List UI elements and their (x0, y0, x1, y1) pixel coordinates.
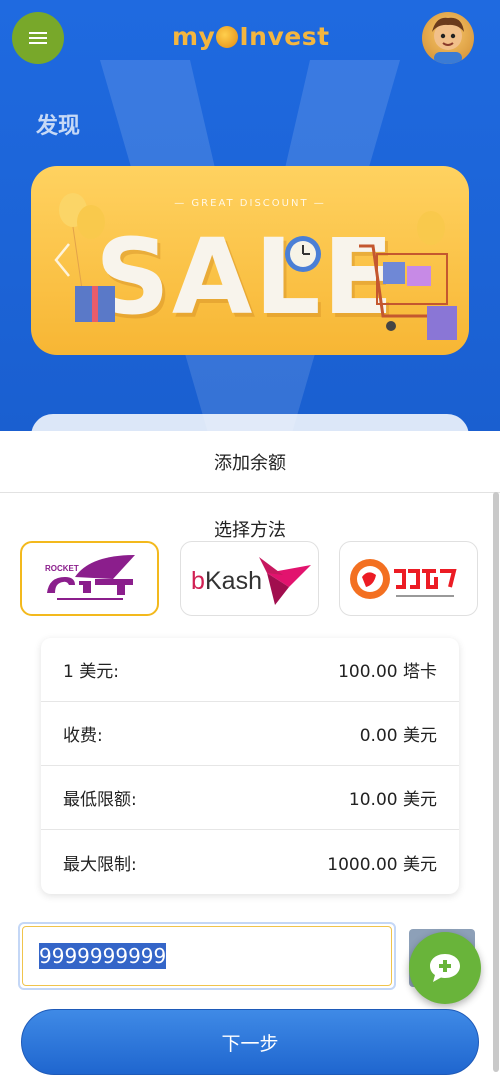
info-value: 0.00 美元 (359, 726, 437, 746)
payment-method-bkash[interactable]: b Kash (180, 541, 319, 616)
info-value: 100.00 塔卡 (338, 662, 437, 682)
shopping-cart-icon (359, 211, 457, 340)
scrollbar[interactable] (493, 492, 499, 1072)
hamburger-icon (29, 32, 47, 44)
info-value: 1000.00 美元 (327, 854, 437, 875)
amount-input[interactable]: 9999999999 (18, 922, 396, 990)
logo-text-left: my (172, 21, 216, 51)
payment-method-rocket[interactable]: ROCKET (20, 541, 159, 616)
sheet-title: 添加余额 (0, 431, 500, 493)
amount-value: 9999999999 (39, 943, 167, 969)
banner-headline: SALE (95, 216, 396, 338)
info-label: 最大限制: (63, 854, 137, 875)
rocket-logo-icon: ROCKET (45, 554, 135, 600)
chat-plus-icon (430, 954, 460, 982)
chat-button[interactable] (409, 932, 481, 1004)
info-row: 1 美元: 100.00 塔卡 (41, 638, 459, 702)
alarm-clock-icon (285, 236, 321, 272)
info-row: 最大限制: 1000.00 美元 (41, 830, 459, 894)
section-title: 发现 (36, 114, 81, 139)
top-bar: my Invest (0, 0, 500, 76)
menu-button[interactable] (12, 12, 64, 64)
nagad-logo-icon (349, 558, 457, 599)
avatar[interactable] (422, 12, 474, 64)
rate-info-card: 1 美元: 100.00 塔卡 收费: 0.00 美元 最低限额: 10.00 … (41, 638, 459, 894)
avatar-face-icon (432, 17, 464, 64)
info-label: 1 美元: (63, 662, 119, 682)
choose-method-label: 选择方法 (214, 520, 286, 541)
promo-banner[interactable]: — GREAT DISCOUNT — SALE (31, 166, 469, 355)
bkash-logo-icon: b Kash (191, 556, 311, 605)
amount-field[interactable]: 9999999999 (22, 926, 392, 986)
balloon-gift-icon (59, 193, 115, 322)
coin-icon (216, 26, 239, 48)
info-row: 收费: 0.00 美元 (41, 702, 459, 766)
info-label: 收费: (63, 726, 103, 746)
next-button[interactable]: 下一步 (21, 1009, 479, 1075)
info-value: 10.00 美元 (348, 790, 437, 810)
info-row: 最低限额: 10.00 美元 (41, 766, 459, 830)
svg-text:b: b (191, 567, 205, 595)
svg-text:Kash: Kash (205, 567, 262, 595)
app-logo[interactable]: my Invest (172, 20, 330, 52)
info-label: 最低限额: (63, 790, 137, 810)
logo-text-right: Invest (239, 21, 330, 51)
payment-method-nagad[interactable] (339, 541, 478, 616)
svg-text:ROCKET: ROCKET (45, 564, 79, 573)
